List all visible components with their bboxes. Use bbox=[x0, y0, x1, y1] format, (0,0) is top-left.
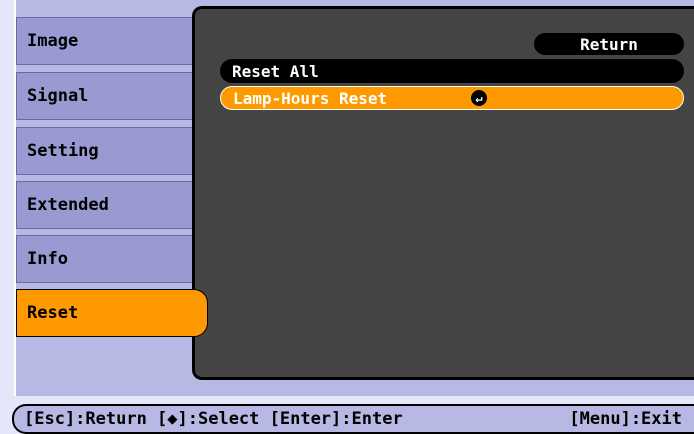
sidebar-item-label: Setting bbox=[27, 141, 99, 161]
sidebar-item-extended[interactable]: Extended bbox=[16, 181, 206, 229]
sidebar-item-label: Extended bbox=[27, 195, 109, 215]
lamp-hours-reset-label: Lamp-Hours Reset bbox=[233, 88, 388, 108]
lamp-hours-reset-item[interactable]: Lamp-Hours Reset ↵ bbox=[220, 86, 684, 110]
sidebar-item-signal[interactable]: Signal bbox=[16, 72, 206, 120]
return-button[interactable]: Return bbox=[534, 33, 684, 55]
reset-all-label: Reset All bbox=[232, 61, 319, 81]
sidebar-item-info[interactable]: Info bbox=[16, 235, 206, 283]
sidebar-item-label: Signal bbox=[27, 86, 89, 106]
enter-icon: ↵ bbox=[471, 90, 487, 106]
sidebar-item-setting[interactable]: Setting bbox=[16, 127, 206, 175]
sidebar-item-label: Reset bbox=[27, 303, 79, 323]
reset-all-item[interactable]: Reset All bbox=[220, 59, 684, 83]
footer-help-right: [Menu]:Exit bbox=[569, 409, 682, 429]
sidebar-item-label: Info bbox=[27, 249, 68, 269]
sidebar-item-reset[interactable]: Reset bbox=[16, 289, 208, 337]
return-button-label: Return bbox=[580, 34, 638, 54]
sidebar-item-label: Image bbox=[27, 31, 79, 51]
footer-help-left: [Esc]:Return [◆]:Select [Enter]:Enter bbox=[24, 409, 403, 429]
footer-help-bar: [Esc]:Return [◆]:Select [Enter]:Enter [M… bbox=[12, 404, 694, 434]
sidebar-item-image[interactable]: Image bbox=[16, 17, 206, 65]
